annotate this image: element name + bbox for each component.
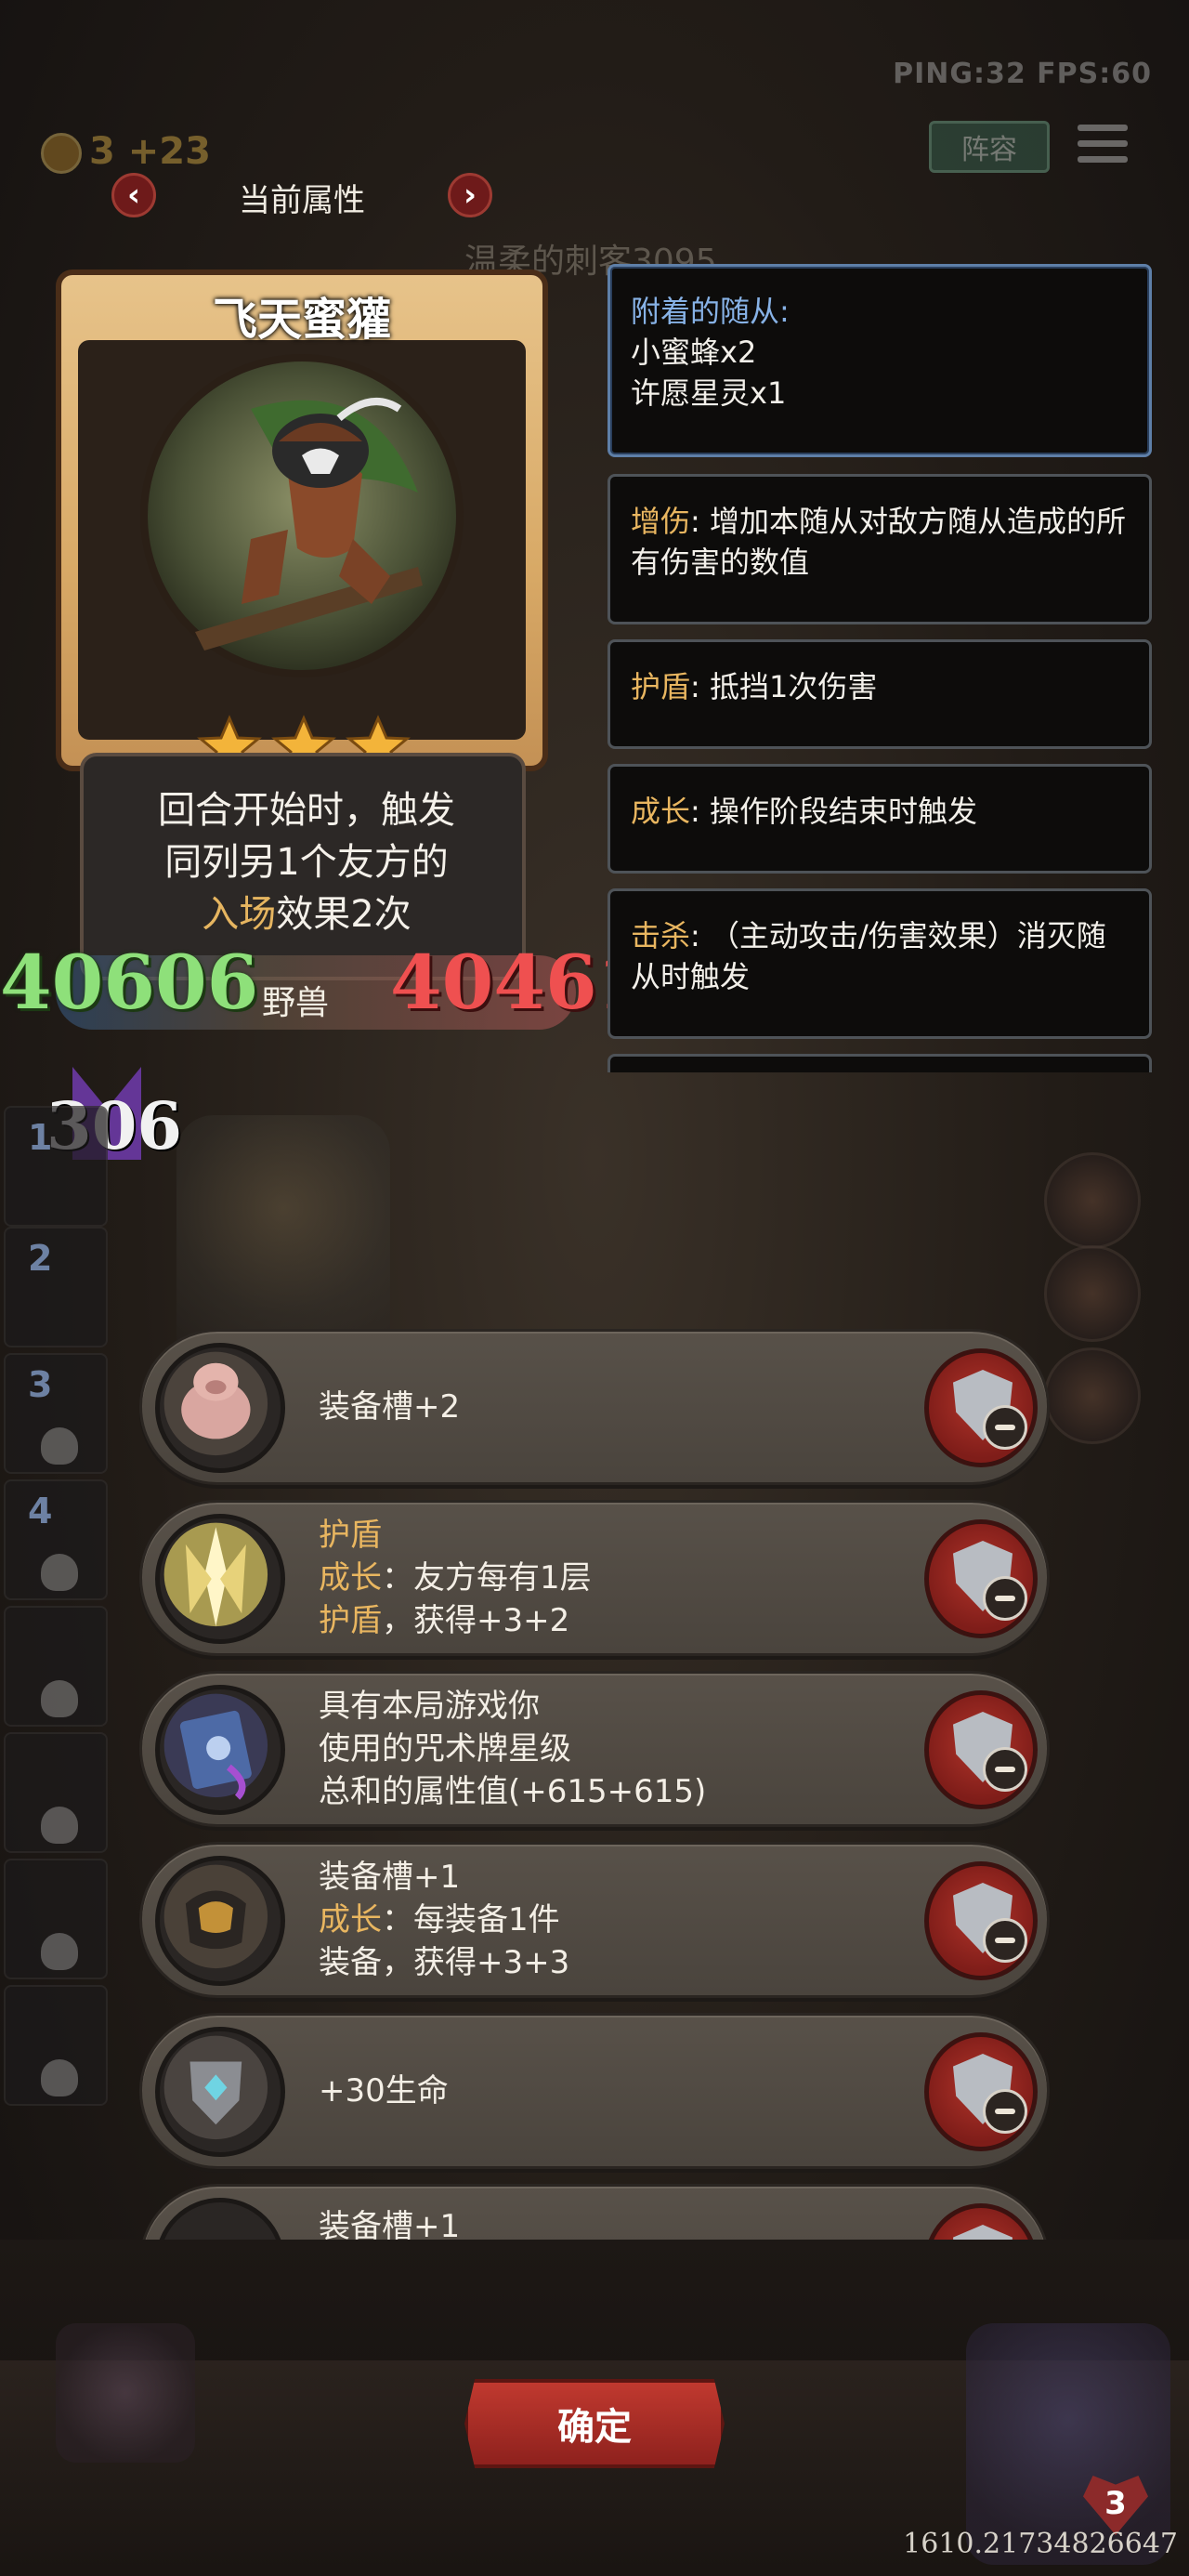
- minus-icon: [983, 1405, 1027, 1450]
- side-orb-icon: [1044, 1347, 1141, 1444]
- skull-icon: [41, 1807, 78, 1844]
- equipment-desc: 装备槽+2: [319, 1388, 461, 1426]
- unequip-button[interactable]: [924, 1348, 1038, 1467]
- honey-badger-portrait: [140, 354, 464, 677]
- side-slot: 4: [4, 1479, 108, 1600]
- keyword-name: 增伤: [631, 504, 691, 539]
- side-slot: [4, 1985, 108, 2106]
- equipment-row[interactable]: 装备槽+2: [139, 1329, 1050, 1485]
- gold-counter: 3 +23: [41, 130, 211, 174]
- menu-icon[interactable]: [1078, 125, 1128, 169]
- spellbook-equipment-icon: [155, 1685, 285, 1815]
- seed-readout: 1610.21734826647: [903, 2528, 1178, 2560]
- unequip-button[interactable]: [924, 1690, 1038, 1809]
- unequip-button[interactable]: [924, 1861, 1038, 1980]
- equipment-desc: 装备槽+1 成长：每装备1件 装备，获得+3+3: [319, 1859, 570, 1981]
- keyword-box-growth: 成长: 操作阶段结束时触发: [608, 764, 1152, 874]
- ability-line-2: 同列另1个友方的: [164, 841, 449, 884]
- tribe-label: 野兽: [262, 984, 330, 1022]
- attached-item: 许愿星灵x1: [631, 375, 787, 411]
- confirm-button[interactable]: 确定: [464, 2379, 725, 2468]
- ability-line-3: 入场效果2次: [202, 893, 412, 936]
- keyword-box-damage: 增伤: 增加本随从对敌方随从造成的所有伤害的数值: [608, 474, 1152, 624]
- equipment-desc: 护盾 成长：友方每有1层 护盾，获得+3+2: [319, 1517, 592, 1639]
- gold-amount: 3: [89, 130, 115, 173]
- minus-icon: [983, 1576, 1027, 1621]
- keyword-name: 护盾: [631, 669, 691, 704]
- skull-icon: [41, 1680, 78, 1717]
- minion-ability-text: 回合开始时，触发 同列另1个友方的 入场效果2次: [84, 784, 529, 940]
- side-slot: [4, 1606, 108, 1727]
- side-slot: [4, 1859, 108, 1979]
- next-attribute-button[interactable]: ›: [448, 173, 492, 217]
- side-orb-icon: [1044, 1245, 1141, 1342]
- gold-bonus: +23: [127, 130, 211, 173]
- keyword-box-kill: 击杀: （主动攻击/伤害效果）消灭随从时触发: [608, 888, 1152, 1039]
- keyword-box-partial: [608, 1054, 1152, 1072]
- holy-sword-equipment-icon: [155, 1514, 285, 1644]
- chest-icon: [56, 2323, 195, 2463]
- coin-icon: [41, 133, 82, 174]
- unequip-button[interactable]: [924, 2032, 1038, 2151]
- minion-name: 飞天蜜獾: [212, 294, 391, 346]
- attached-title: 附着的随从:: [631, 294, 790, 329]
- skull-icon: [41, 2059, 78, 2096]
- keyword-desc: : 抵挡1次伤害: [690, 669, 878, 704]
- top-hud: PING:32 FPS:60 3 +23 阵容: [0, 0, 1189, 186]
- equipment-row[interactable]: 护盾 成长：友方每有1层 护盾，获得+3+2: [139, 1500, 1050, 1656]
- side-slot: 3: [4, 1353, 108, 1474]
- skull-icon: [41, 1554, 78, 1591]
- ability-line-1: 回合开始时，触发: [158, 789, 455, 832]
- equipment-row[interactable]: 具有本局游戏你 使用的咒术牌星级 总和的属性值(+615+615): [139, 1671, 1050, 1827]
- skull-icon: [41, 1933, 78, 1970]
- ping-fps-readout: PING:32 FPS:60: [893, 58, 1152, 90]
- ability-keyword[interactable]: 入场: [202, 893, 276, 936]
- attached-minions-box: 附着的随从: 小蜜蜂x2 许愿星灵x1: [608, 264, 1152, 457]
- equipment-row[interactable]: +30生命: [139, 2013, 1050, 2169]
- background-minion: [176, 1115, 390, 1347]
- skull-icon: [41, 1427, 78, 1465]
- prev-attribute-button[interactable]: ‹: [111, 173, 156, 217]
- attack-value: 40606: [0, 939, 259, 1026]
- crest-equipment-icon: [155, 2027, 285, 2157]
- attribute-panel-title: 当前属性: [239, 182, 365, 219]
- keyword-desc: : （主动攻击/伤害效果）消灭随从时触发: [631, 918, 1106, 994]
- equipment-desc: +30生命: [319, 2072, 449, 2109]
- stat-bar: 40606 野兽 40461: [0, 939, 648, 1041]
- minus-icon: [983, 1747, 1027, 1792]
- unequip-button[interactable]: [924, 1519, 1038, 1638]
- attached-item: 小蜜蜂x2: [631, 335, 757, 370]
- equipment-desc: 具有本局游戏你 使用的咒术牌星级 总和的属性值(+615+615): [319, 1688, 707, 1810]
- keyword-box-shield: 护盾: 抵挡1次伤害: [608, 639, 1152, 749]
- side-slot: 2: [4, 1227, 108, 1347]
- side-orb-icon: [1044, 1152, 1141, 1249]
- lineup-button[interactable]: 阵容: [929, 121, 1050, 173]
- side-slot: [4, 1732, 108, 1853]
- minus-icon: [983, 2089, 1027, 2134]
- pig-equipment-icon: [155, 1343, 285, 1473]
- keyword-desc: : 增加本随从对敌方随从造成的所有伤害的数值: [631, 504, 1126, 580]
- equipment-row[interactable]: 装备槽+1 成长：每装备1件 装备，获得+3+3: [139, 1842, 1050, 1998]
- keyword-name: 击杀: [631, 918, 691, 953]
- keyword-name: 成长: [631, 794, 691, 829]
- minus-icon: [983, 1918, 1027, 1963]
- keyword-desc: : 操作阶段结束时触发: [690, 794, 977, 829]
- armor-equipment-icon: [155, 1856, 285, 1986]
- side-slot: 1: [4, 1106, 108, 1227]
- minion-card: 飞天蜜獾 回合开始时，触发 同列另1个友方的 入场效果2次: [56, 269, 548, 980]
